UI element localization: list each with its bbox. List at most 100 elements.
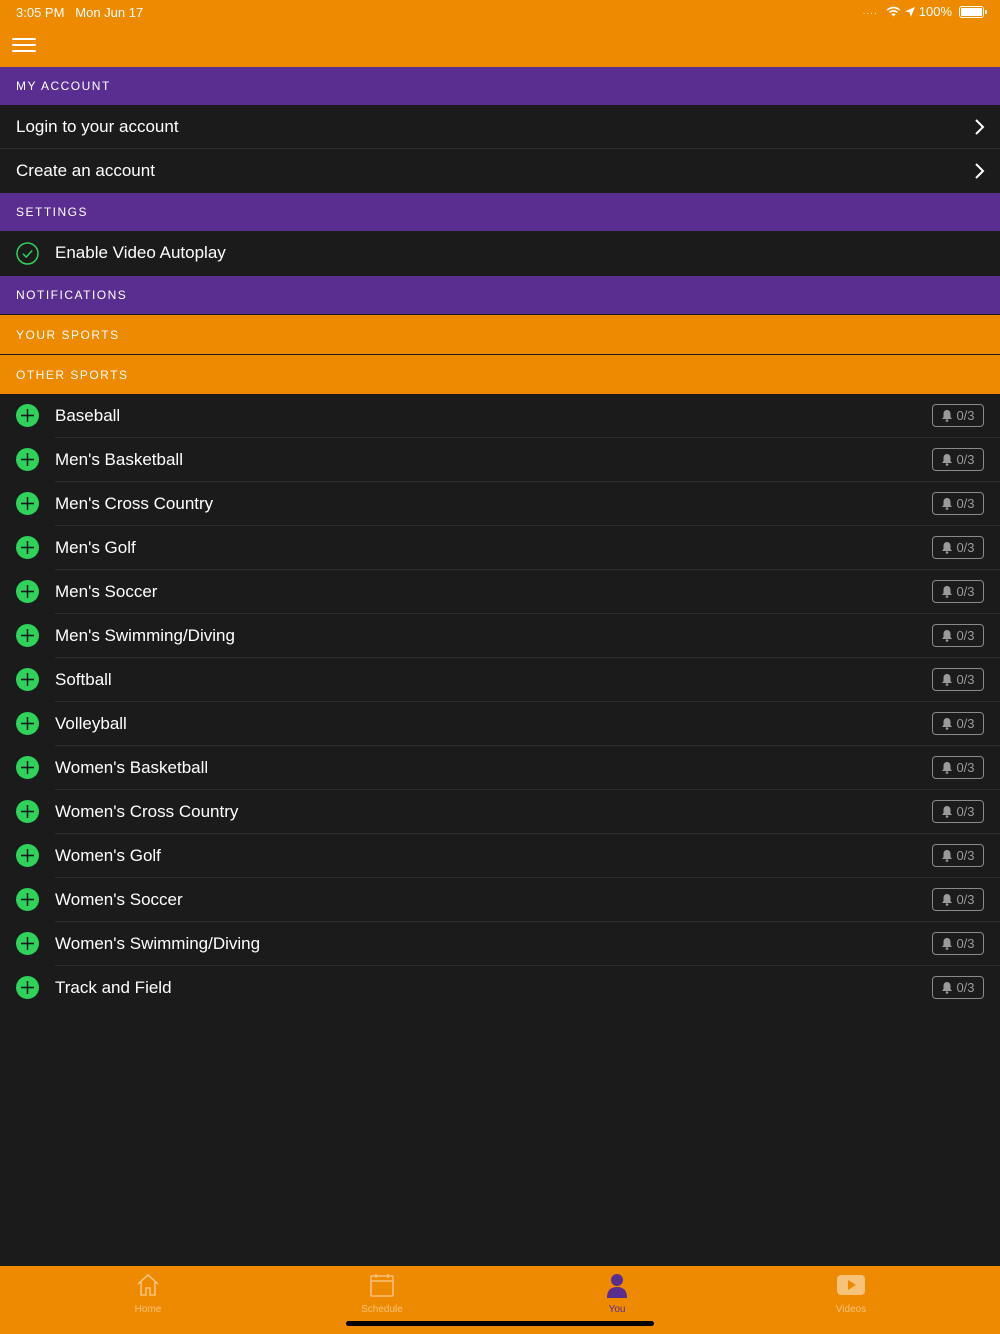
login-row[interactable]: Login to your account — [0, 105, 1000, 149]
status-indicators: .... 100% — [862, 4, 987, 19]
notification-count-button[interactable]: 0/3 — [932, 844, 984, 867]
section-title: YOUR SPORTS — [16, 327, 120, 342]
notification-count-button[interactable]: 0/3 — [932, 580, 984, 603]
checkmark-circle-icon[interactable] — [16, 242, 39, 265]
sport-name: Volleyball — [55, 714, 127, 733]
sport-row[interactable]: Women's Soccer 0/3 — [0, 878, 1000, 922]
sport-name: Men's Swimming/Diving — [55, 626, 235, 645]
add-circle-icon[interactable] — [16, 756, 39, 779]
location-arrow-icon — [904, 6, 915, 17]
tab-you[interactable]: You — [567, 1272, 667, 1315]
add-circle-icon[interactable] — [16, 668, 39, 691]
notification-count: 0/3 — [956, 804, 975, 819]
add-circle-icon[interactable] — [16, 624, 39, 647]
home-icon — [137, 1273, 159, 1296]
notification-count-button[interactable]: 0/3 — [932, 404, 984, 427]
battery-percent: 100% — [918, 4, 952, 19]
notification-count-button[interactable]: 0/3 — [932, 932, 984, 955]
wifi-icon — [886, 6, 901, 17]
section-header-other-sports: OTHER SPORTS — [0, 355, 1000, 394]
notification-count-button[interactable]: 0/3 — [932, 492, 984, 515]
bell-icon — [942, 938, 953, 950]
sport-row[interactable]: Men's Basketball 0/3 — [0, 438, 1000, 482]
notification-count-button[interactable]: 0/3 — [932, 668, 984, 691]
sport-row[interactable]: Track and Field 0/3 — [0, 966, 1000, 1010]
notification-count: 0/3 — [956, 980, 975, 995]
notification-count-button[interactable]: 0/3 — [932, 976, 984, 999]
sport-name: Track and Field — [55, 978, 172, 997]
sport-row[interactable]: Men's Swimming/Diving 0/3 — [0, 614, 1000, 658]
top-bar: 3:05 PM Mon Jun 17 .... 100% — [0, 0, 1000, 67]
signal-icon: .... — [862, 6, 878, 17]
sport-row[interactable]: Softball 0/3 — [0, 658, 1000, 702]
sport-name: Women's Basketball — [55, 758, 209, 777]
sport-name: Women's Swimming/Diving — [55, 934, 261, 953]
notification-count-button[interactable]: 0/3 — [932, 800, 984, 823]
bell-icon — [942, 586, 953, 598]
section-header-settings: SETTINGS — [0, 193, 1000, 231]
notification-count: 0/3 — [956, 540, 975, 555]
add-circle-icon[interactable] — [16, 932, 39, 955]
home-indicator — [346, 1321, 654, 1326]
person-icon — [607, 1274, 627, 1298]
calendar-icon — [370, 1274, 394, 1297]
autoplay-toggle-row[interactable]: Enable Video Autoplay — [0, 231, 1000, 275]
add-circle-icon[interactable] — [16, 888, 39, 911]
create-account-label: Create an account — [16, 161, 155, 180]
bell-icon — [942, 410, 953, 422]
sport-row[interactable]: Baseball 0/3 — [0, 394, 1000, 438]
add-circle-icon[interactable] — [16, 492, 39, 515]
notification-count-button[interactable]: 0/3 — [932, 448, 984, 471]
notification-count: 0/3 — [956, 408, 975, 423]
sport-row[interactable]: Volleyball 0/3 — [0, 702, 1000, 746]
tab-home[interactable]: Home — [98, 1272, 198, 1315]
tab-label: You — [608, 1304, 626, 1315]
sport-name: Women's Soccer — [55, 890, 183, 909]
login-label: Login to your account — [16, 117, 179, 136]
notification-count-button[interactable]: 0/3 — [932, 536, 984, 559]
add-circle-icon[interactable] — [16, 404, 39, 427]
notification-count-button[interactable]: 0/3 — [932, 888, 984, 911]
tab-schedule[interactable]: Schedule — [332, 1272, 432, 1315]
chevron-right-icon — [975, 163, 985, 179]
add-circle-icon[interactable] — [16, 976, 39, 999]
menu-button[interactable] — [12, 36, 36, 54]
bell-icon — [942, 982, 953, 994]
sport-row[interactable]: Women's Basketball 0/3 — [0, 746, 1000, 790]
sport-name: Softball — [55, 670, 112, 689]
sport-row[interactable]: Women's Cross Country 0/3 — [0, 790, 1000, 834]
notification-count: 0/3 — [956, 452, 975, 467]
sport-name: Men's Basketball — [55, 450, 183, 469]
bell-icon — [942, 762, 953, 774]
bell-icon — [942, 806, 953, 818]
notification-count: 0/3 — [956, 760, 975, 775]
add-circle-icon[interactable] — [16, 844, 39, 867]
sport-row[interactable]: Men's Soccer 0/3 — [0, 570, 1000, 614]
section-title: OTHER SPORTS — [16, 367, 129, 382]
play-video-icon — [837, 1275, 865, 1295]
notification-count-button[interactable]: 0/3 — [932, 712, 984, 735]
notification-count-button[interactable]: 0/3 — [932, 756, 984, 779]
bell-icon — [942, 850, 953, 862]
sport-name: Men's Soccer — [55, 582, 158, 601]
add-circle-icon[interactable] — [16, 580, 39, 603]
sport-name: Women's Golf — [55, 846, 161, 865]
add-circle-icon[interactable] — [16, 536, 39, 559]
sport-row[interactable]: Women's Golf 0/3 — [0, 834, 1000, 878]
add-circle-icon[interactable] — [16, 712, 39, 735]
bell-icon — [942, 674, 953, 686]
tab-label: Videos — [835, 1304, 867, 1315]
notification-count-button[interactable]: 0/3 — [932, 624, 984, 647]
sport-name: Baseball — [55, 406, 121, 425]
sport-row[interactable]: Men's Golf 0/3 — [0, 526, 1000, 570]
tab-videos[interactable]: Videos — [801, 1272, 901, 1315]
add-circle-icon[interactable] — [16, 800, 39, 823]
sport-name: Men's Cross Country — [55, 494, 214, 513]
create-account-row[interactable]: Create an account — [0, 149, 1000, 193]
sport-row[interactable]: Women's Swimming/Diving 0/3 — [0, 922, 1000, 966]
add-circle-icon[interactable] — [16, 448, 39, 471]
battery-icon — [959, 5, 987, 18]
notification-count: 0/3 — [956, 936, 975, 951]
bell-icon — [942, 630, 953, 642]
sport-row[interactable]: Men's Cross Country 0/3 — [0, 482, 1000, 526]
